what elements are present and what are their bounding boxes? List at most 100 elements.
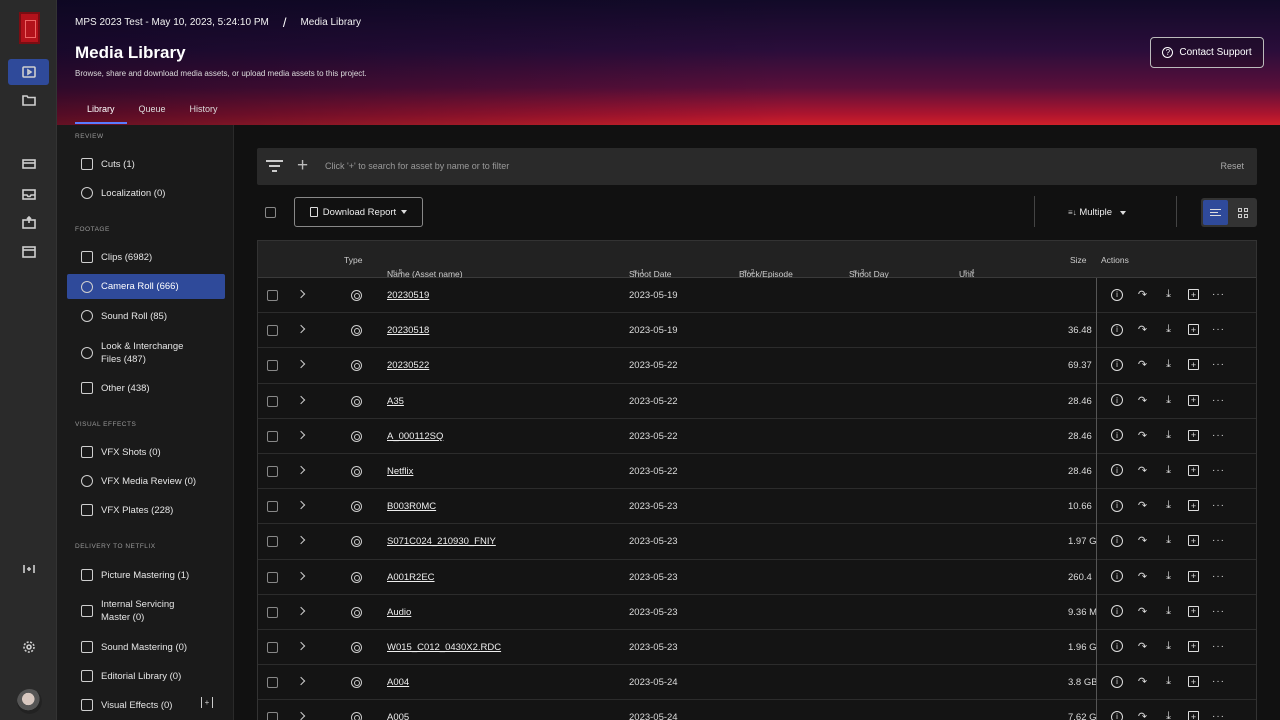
rail-button-5[interactable] — [8, 210, 49, 236]
asset-name-link[interactable]: W015_C012_0430X2.RDC — [387, 642, 501, 653]
cuts-icon — [81, 158, 93, 170]
search-input[interactable]: Click '+' to search for asset by name or… — [325, 161, 509, 171]
settings-rail-button[interactable] — [8, 634, 49, 660]
asset-name-link[interactable]: S071C024_210930_FNIY — [387, 536, 496, 547]
chevron-right-icon[interactable] — [296, 500, 306, 510]
folder-rail-button[interactable] — [8, 87, 49, 113]
chevron-right-icon[interactable] — [296, 289, 306, 299]
row-checkbox[interactable] — [267, 430, 278, 442]
sidebar-item-look-interchange[interactable]: Look & Interchange Files (487) — [67, 338, 187, 368]
asset-name-link[interactable]: Netflix — [387, 466, 413, 477]
reset-button[interactable]: Reset — [1220, 161, 1244, 171]
row-checkbox[interactable] — [267, 290, 278, 301]
scissors-icon — [81, 670, 93, 682]
search-filter-bar[interactable]: + Click '+' to search for asset by name … — [257, 148, 1257, 185]
row-checkbox[interactable] — [267, 536, 278, 548]
sidebar-item-vfx-shots[interactable]: VFX Shots (0) — [67, 443, 225, 461]
sidebar-item-editorial-library[interactable]: Editorial Library (0) — [67, 667, 225, 685]
sidebar-item-cuts[interactable]: Cuts (1) — [67, 155, 225, 173]
sidebar-item-clips[interactable]: Clips (6982) — [67, 248, 225, 266]
chevron-down-icon — [401, 210, 408, 214]
sort-icon: ≡↓ — [1068, 208, 1077, 217]
list-view-button[interactable] — [1203, 200, 1228, 225]
asset-name-link[interactable]: Audio — [387, 607, 411, 618]
row-checkbox[interactable] — [267, 677, 278, 689]
shoot-date-cell: 2023-05-23 — [629, 606, 678, 618]
contact-support-button[interactable]: ? Contact Support — [1150, 37, 1264, 68]
rail-button-6[interactable] — [8, 239, 49, 265]
breadcrumb-project[interactable]: MPS 2023 Test - May 10, 2023, 5:24:10 PM — [75, 17, 269, 28]
grid-icon — [1237, 207, 1248, 218]
sidebar-item-internal-servicing[interactable]: Internal Servicing Master (0) — [67, 596, 192, 626]
add-filter-icon[interactable]: + — [297, 156, 308, 175]
expand-rail-button[interactable] — [8, 556, 49, 582]
size-cell: 7.62 G — [1068, 712, 1096, 720]
rail-button-3[interactable] — [8, 151, 49, 177]
rail-button-4[interactable] — [8, 181, 49, 207]
asset-name-link[interactable]: A_000112SQ — [387, 431, 443, 442]
sidebar-item-label: Localization (0) — [101, 187, 166, 199]
chevron-right-icon[interactable] — [296, 430, 306, 439]
asset-name-link[interactable]: A001R2EC — [387, 572, 435, 583]
chevron-right-icon[interactable] — [296, 465, 306, 475]
sidebar-item-other[interactable]: Other (438) — [67, 379, 225, 397]
row-checkbox[interactable] — [267, 571, 278, 583]
media-library-rail-button[interactable] — [8, 59, 49, 85]
select-all-checkbox[interactable] — [265, 207, 276, 218]
size-cell: 28.46 — [1068, 395, 1092, 407]
table-header: Type Name (Asset name) ≡↓5 Shoot Date ≡↓1 … — [258, 241, 1256, 279]
sidebar-item-sound-mastering[interactable]: Sound Mastering (0) — [67, 638, 225, 656]
vfx-plates-icon — [81, 504, 93, 516]
chevron-right-icon[interactable] — [296, 360, 306, 369]
chevron-right-icon[interactable] — [296, 641, 306, 651]
chevron-right-icon[interactable] — [296, 395, 306, 404]
row-checkbox[interactable] — [267, 360, 278, 372]
library-sidebar: REVIEW Cuts (1) Localization (0) FOOTAGE… — [57, 125, 234, 720]
filter-icon[interactable] — [266, 160, 283, 172]
row-checkbox[interactable] — [267, 501, 278, 513]
chevron-right-icon[interactable] — [296, 676, 306, 686]
asset-name-link[interactable]: A005 — [387, 712, 409, 720]
breadcrumb-current: Media Library — [300, 17, 362, 28]
collapse-sidebar-icon[interactable]: + — [201, 697, 213, 708]
tab-library[interactable]: Library — [75, 104, 127, 124]
sidebar-item-localization[interactable]: Localization (0) — [67, 184, 225, 202]
play-box-icon — [21, 66, 36, 78]
tab-queue[interactable]: Queue — [127, 104, 178, 124]
shoot-date-cell: 2023-05-22 — [629, 465, 678, 477]
camera-roll-type-icon — [351, 501, 362, 513]
grid-view-button[interactable] — [1230, 200, 1255, 225]
sidebar-item-sound-roll[interactable]: Sound Roll (85) — [67, 307, 225, 325]
download-report-button[interactable]: Download Report — [294, 197, 423, 227]
sidebar-item-vfx-plates[interactable]: VFX Plates (228) — [67, 501, 225, 519]
row-checkbox[interactable] — [267, 325, 278, 337]
asset-name-link[interactable]: A35 — [387, 396, 404, 407]
row-checkbox[interactable] — [267, 606, 278, 618]
asset-name-link[interactable]: 20230519 — [387, 290, 429, 301]
asset-name-link[interactable]: 20230518 — [387, 325, 429, 336]
avatar[interactable] — [17, 689, 42, 714]
chevron-right-icon[interactable] — [296, 571, 306, 580]
chevron-right-icon[interactable] — [296, 324, 306, 334]
chevron-right-icon[interactable] — [296, 536, 306, 545]
size-cell: 28.46 — [1068, 465, 1092, 477]
tab-history[interactable]: History — [178, 104, 230, 124]
row-checkbox[interactable] — [267, 641, 278, 653]
col-size[interactable]: Size — [1070, 255, 1087, 265]
row-checkbox[interactable] — [267, 395, 278, 407]
sidebar-item-vfx-media-review[interactable]: VFX Media Review (0) — [67, 472, 225, 490]
app-logo[interactable] — [19, 12, 40, 44]
asset-name-link[interactable]: 20230522 — [387, 360, 429, 371]
chevron-right-icon[interactable] — [296, 606, 306, 615]
row-checkbox[interactable] — [267, 712, 278, 720]
asset-name-link[interactable]: B003R0MC — [387, 501, 436, 512]
col-type[interactable]: Type — [344, 255, 362, 265]
row-checkbox[interactable] — [267, 465, 278, 477]
size-cell: 1.97 G — [1068, 536, 1096, 548]
chevron-right-icon[interactable] — [296, 712, 306, 720]
size-cell: 9.36 M — [1068, 606, 1096, 618]
sidebar-item-camera-roll[interactable]: Camera Roll (666) — [67, 274, 225, 299]
sidebar-item-picture-mastering[interactable]: Picture Mastering (1) — [67, 566, 225, 584]
sort-select[interactable]: ≡↓ Multiple — [1068, 207, 1127, 218]
asset-name-link[interactable]: A004 — [387, 677, 409, 688]
